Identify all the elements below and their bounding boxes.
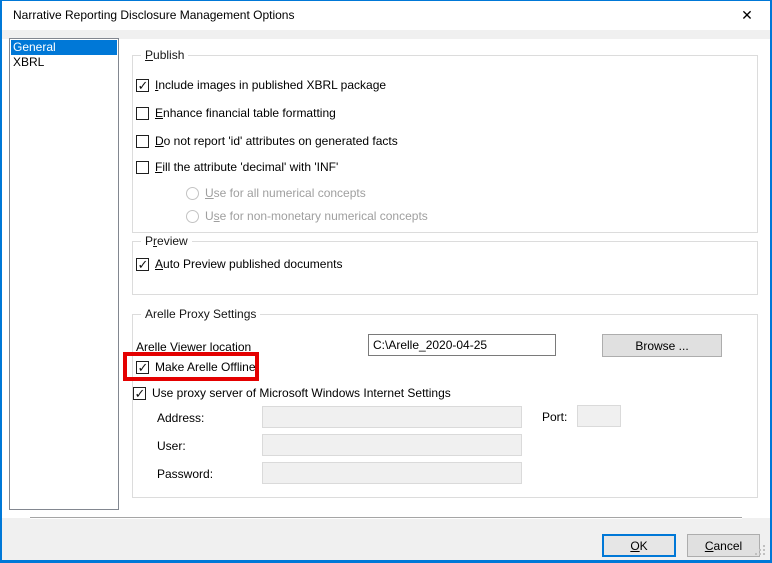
close-icon[interactable]: ✕ [735,5,759,26]
browse-button[interactable]: Browse ... [602,334,722,357]
sidebar-item-xbrl[interactable]: XBRL [11,55,117,70]
dialog-title: Narrative Reporting Disclosure Managemen… [13,8,294,22]
checkbox-icon [136,107,149,120]
port-input [577,405,621,427]
user-input [262,434,522,456]
user-label: User: [157,439,186,453]
checkbox-label: Auto Preview published documents [155,257,342,272]
password-input [262,462,522,484]
address-label: Address: [157,411,204,425]
footer-separator [30,517,742,519]
preview-group-title: Preview [141,234,192,248]
checkbox-label: Make Arelle Offline [155,360,256,375]
radio-icon [186,187,199,200]
cancel-button[interactable]: Cancel [687,534,760,557]
checkbox-auto-preview[interactable]: Auto Preview published documents [136,257,342,272]
checkbox-icon [133,387,146,400]
radio-icon [186,210,199,223]
password-label: Password: [157,467,213,481]
category-listbox: General XBRL [9,38,119,510]
radio-use-all-numerical: Use for all numerical concepts [186,186,366,201]
checkbox-make-arelle-offline[interactable]: Make Arelle Offline [136,360,256,375]
resize-grip[interactable] [763,553,765,555]
checkbox-icon [136,161,149,174]
arelle-group-title: Arelle Proxy Settings [141,307,260,321]
checkbox-label: Use proxy server of Microsoft Windows In… [152,386,451,401]
options-dialog: Narrative Reporting Disclosure Managemen… [2,1,770,560]
checkbox-icon [136,135,149,148]
sidebar-item-general[interactable]: General [11,40,117,55]
radio-label: Use for all numerical concepts [205,186,366,201]
checkbox-fill-decimal-inf[interactable]: Fill the attribute 'decimal' with 'INF' [136,160,338,175]
window-frame: Narrative Reporting Disclosure Managemen… [0,0,772,563]
title-bar: Narrative Reporting Disclosure Managemen… [2,1,770,30]
checkbox-label: Enhance financial table formatting [155,106,336,121]
checkbox-use-proxy-server[interactable]: Use proxy server of Microsoft Windows In… [133,386,451,401]
checkbox-no-id-attributes[interactable]: Do not report 'id' attributes on generat… [136,134,398,149]
checkbox-icon [136,361,149,374]
viewer-location-label: Arelle Viewer location [136,340,251,354]
checkbox-icon [136,79,149,92]
viewer-location-input[interactable] [368,334,556,356]
checkbox-enhance-formatting[interactable]: Enhance financial table formatting [136,106,336,121]
ok-button[interactable]: OK [602,534,676,557]
address-input [262,406,522,428]
radio-use-non-monetary: Use for non-monetary numerical concepts [186,209,428,224]
checkbox-icon [136,258,149,271]
checkbox-label: Fill the attribute 'decimal' with 'INF' [155,160,338,175]
port-label: Port: [542,410,567,424]
checkbox-label: Include images in published XBRL package [155,78,386,93]
publish-group-title: Publish [141,48,188,62]
checkbox-label: Do not report 'id' attributes on generat… [155,134,398,149]
radio-label: Use for non-monetary numerical concepts [205,209,428,224]
checkbox-include-images[interactable]: Include images in published XBRL package [136,78,386,93]
